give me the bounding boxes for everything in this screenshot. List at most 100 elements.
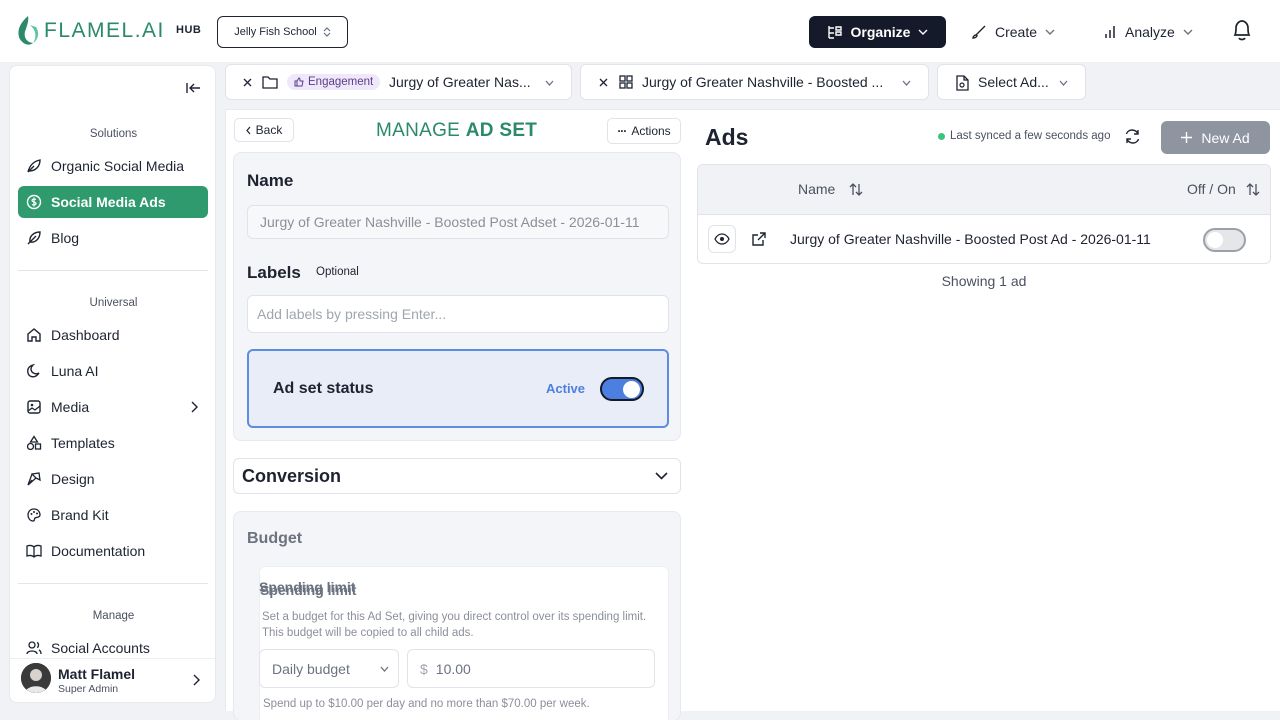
- brush-icon: [972, 25, 986, 39]
- chevron-down-icon: [902, 80, 911, 86]
- user-role: Super Admin: [58, 683, 119, 695]
- refresh-icon: [1125, 129, 1140, 144]
- create-menu-button[interactable]: Create: [957, 16, 1069, 48]
- sync-status-dot: [938, 132, 945, 140]
- actions-button[interactable]: ··· Actions: [607, 118, 681, 144]
- column-label: Off / On: [1187, 181, 1236, 197]
- sidebar-item-design[interactable]: Design: [18, 463, 208, 495]
- chevron-down-icon: [545, 80, 554, 86]
- organize-menu-button[interactable]: Organize: [809, 16, 946, 48]
- close-icon[interactable]: [243, 78, 252, 87]
- ad-status-toggle[interactable]: [1203, 228, 1246, 252]
- tab-select-ad[interactable]: Select Ad...: [937, 64, 1086, 100]
- currency-symbol: $: [420, 660, 428, 677]
- ad-set-details-card: Name Jurgy of Greater Nashville - Booste…: [233, 152, 681, 441]
- home-icon: [27, 328, 41, 342]
- budget-amount-input[interactable]: $ 10.00: [407, 649, 655, 688]
- budget-type-select[interactable]: Daily budget: [259, 649, 399, 688]
- chevron-down-icon: [380, 666, 389, 672]
- toggle-knob: [1207, 232, 1223, 248]
- tab-label: Jurgy of Greater Nas...: [389, 74, 531, 90]
- sidebar-divider: [18, 583, 208, 584]
- universal-heading: Universal: [89, 297, 138, 309]
- sidebar-item-templates[interactable]: Templates: [18, 427, 208, 459]
- sidebar-item-label: Dashboard: [51, 327, 120, 343]
- sidebar-item-media[interactable]: Media: [18, 391, 208, 423]
- toggle-knob: [623, 381, 640, 398]
- flame-icon: [18, 16, 39, 45]
- tab-label: Jurgy of Greater Nashville - Boosted ...: [642, 74, 884, 90]
- bar-chart-icon: [1105, 26, 1115, 38]
- sidebar-item-label: Documentation: [51, 543, 146, 559]
- name-value: Jurgy of Greater Nashville - Boosted Pos…: [260, 214, 640, 230]
- eye-icon: [714, 233, 730, 245]
- leaf-icon: [27, 159, 41, 173]
- user-profile[interactable]: Matt Flamel Super Admin: [10, 658, 215, 702]
- toggle-column-header[interactable]: Off / On: [1187, 181, 1260, 197]
- analyze-menu-button[interactable]: Analyze: [1089, 16, 1207, 48]
- brand-logo[interactable]: FLAMEL.AI: [14, 15, 165, 47]
- user-photo-icon: [21, 663, 51, 693]
- preview-ad-button[interactable]: [708, 225, 736, 253]
- bell-icon: [1233, 20, 1251, 41]
- ads-title: Ads: [705, 124, 749, 150]
- palette-icon: [27, 508, 41, 522]
- ad-name[interactable]: Jurgy of Greater Nashville - Boosted Pos…: [790, 231, 1151, 247]
- collapse-sidebar-button[interactable]: [186, 82, 201, 94]
- sidebar-item-luna-ai[interactable]: Luna AI: [18, 355, 208, 387]
- ads-table: Name Off / On Jurgy of Greater Nashville…: [697, 164, 1271, 264]
- sidebar-item-blog[interactable]: Blog: [18, 222, 208, 254]
- new-ad-button[interactable]: New Ad: [1161, 121, 1270, 154]
- chevron-down-icon: [918, 29, 928, 35]
- ad-set-status-box: Ad set status Active: [247, 349, 669, 428]
- avatar: [21, 663, 51, 693]
- close-icon[interactable]: [599, 78, 608, 87]
- school-name: Jelly Fish School: [234, 26, 317, 38]
- name-field[interactable]: Jurgy of Greater Nashville - Boosted Pos…: [247, 205, 669, 239]
- folder-icon: [262, 76, 278, 89]
- book-open-icon: [26, 544, 42, 558]
- sidebar-item-social-ads[interactable]: Social Media Ads: [18, 186, 208, 218]
- column-label: Name: [798, 181, 836, 197]
- notifications-button[interactable]: [1231, 18, 1253, 42]
- sidebar-item-label: Blog: [51, 230, 80, 246]
- conversion-section[interactable]: Conversion: [233, 458, 681, 494]
- page-title-emphasis: AD SET: [465, 120, 538, 141]
- tab-ad-set[interactable]: Jurgy of Greater Nashville - Boosted ...: [580, 64, 929, 100]
- sidebar-item-dashboard[interactable]: Dashboard: [18, 319, 208, 351]
- sidebar-item-brand-kit[interactable]: Brand Kit: [18, 499, 208, 531]
- sidebar-item-label: Organic Social Media: [51, 158, 185, 174]
- status-toggle[interactable]: [600, 377, 644, 401]
- budget-type-value: Daily budget: [272, 660, 350, 677]
- chevron-right-icon: [193, 674, 200, 686]
- table-header: Name Off / On: [698, 165, 1270, 215]
- labels-input[interactable]: Add labels by pressing Enter...: [247, 295, 669, 333]
- chevron-down-icon: [1045, 29, 1055, 35]
- new-ad-label: New Ad: [1201, 129, 1250, 146]
- open-ad-button[interactable]: [751, 232, 766, 247]
- user-name: Matt Flamel: [58, 666, 136, 682]
- collapse-left-icon: [186, 83, 200, 93]
- sidebar-item-label: Social Accounts: [51, 640, 150, 656]
- school-selector[interactable]: Jelly Fish School: [217, 16, 348, 48]
- chevron-down-icon: [1059, 80, 1068, 86]
- create-label: Create: [995, 24, 1038, 40]
- page-title-prefix: MANAGE: [376, 120, 466, 141]
- back-button[interactable]: Back: [234, 118, 294, 142]
- image-icon: [27, 400, 41, 414]
- feather-icon: [27, 231, 41, 245]
- chevron-left-icon: [245, 126, 251, 134]
- sidebar-divider: [18, 270, 208, 271]
- organize-icon: [827, 26, 842, 39]
- tab-campaign[interactable]: Engagement Jurgy of Greater Nas...: [225, 64, 572, 100]
- spending-limit-title: Spending limit: [259, 579, 356, 595]
- sidebar-item-documentation[interactable]: Documentation: [18, 535, 208, 567]
- name-column-header[interactable]: Name: [798, 181, 863, 197]
- tab-label: Select Ad...: [978, 74, 1049, 90]
- thumbs-up-icon: [294, 77, 304, 87]
- sidebar-item-organic-social[interactable]: Organic Social Media: [18, 150, 208, 182]
- refresh-button[interactable]: [1124, 128, 1141, 145]
- sort-icon: [849, 182, 863, 196]
- pen-tool-icon: [27, 472, 41, 486]
- name-heading: Name: [247, 171, 294, 190]
